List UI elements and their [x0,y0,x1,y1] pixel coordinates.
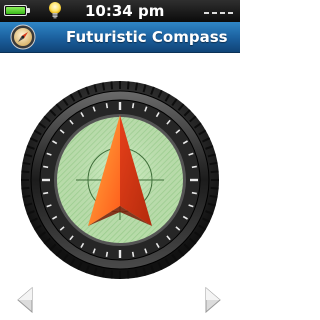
status-bar: 10:34 pm [0,0,240,22]
compass-icon[interactable] [10,24,36,50]
arrow-left-icon[interactable] [16,286,34,314]
compass-dial [21,81,219,279]
clock-time: 10:34 pm [85,2,165,20]
title-bar: Futuristic Compass [0,22,240,53]
signal-dashes-icon [204,12,233,14]
battery-icon [4,5,30,16]
arrow-right-icon[interactable] [204,286,222,314]
main-area [0,53,240,320]
lightbulb-icon [49,2,61,19]
app-title: Futuristic Compass [66,28,228,46]
